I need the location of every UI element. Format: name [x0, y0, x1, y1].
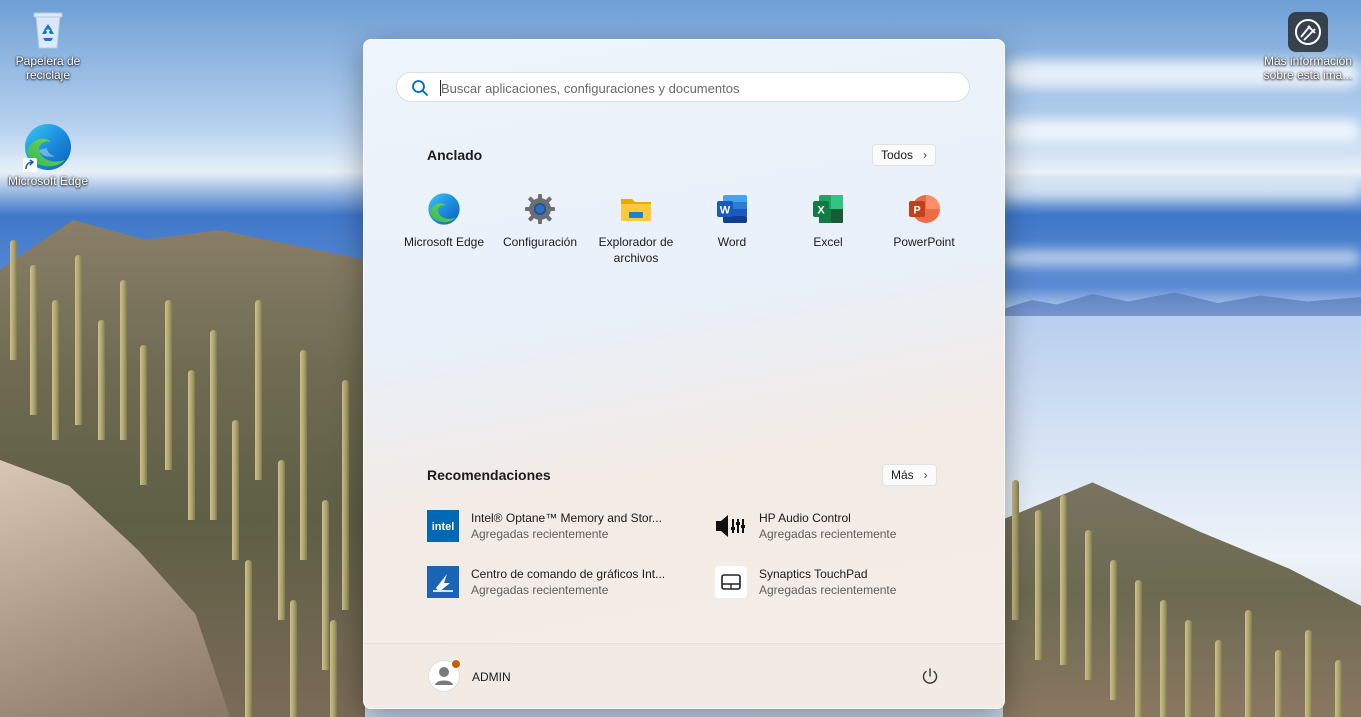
- desktop-icon-label: Papelera de reciclaje: [15, 54, 81, 82]
- desktop-recycle-bin[interactable]: Papelera de reciclaje: [0, 8, 96, 82]
- app-label: PowerPoint: [893, 235, 955, 249]
- svg-text:X: X: [817, 205, 825, 217]
- app-label: Word: [717, 235, 747, 249]
- recommendation-synaptics-touchpad[interactable]: Synaptics TouchPad Agregadas recientemen…: [715, 562, 995, 606]
- recommendation-subtitle: Agregadas recientemente: [471, 583, 609, 597]
- recommendation-hp-audio[interactable]: HP Audio Control Agregadas recientemente: [715, 506, 995, 550]
- recommendation-subtitle: Agregadas recientemente: [759, 527, 897, 541]
- start-menu: Anclado Todos ›: [363, 39, 1005, 709]
- user-name[interactable]: ADMIN: [472, 670, 511, 684]
- pinned-app-edge[interactable]: Microsoft Edge: [396, 188, 492, 266]
- pinned-app-excel[interactable]: X Excel: [780, 188, 876, 266]
- desktop-icon-label: Microsoft Edge: [7, 174, 89, 188]
- power-icon: [922, 668, 938, 684]
- app-label: Microsoft Edge: [403, 235, 485, 249]
- more-label: Más: [891, 468, 914, 482]
- folder-icon: [619, 192, 653, 226]
- pinned-app-settings[interactable]: Configuración: [492, 188, 588, 266]
- app-label: Explorador de archivos: [598, 235, 674, 265]
- start-footer: ADMIN: [364, 643, 1004, 708]
- powerpoint-icon: P: [907, 192, 941, 226]
- svg-text:P: P: [913, 205, 920, 217]
- recommendation-intel-graphics[interactable]: Centro de comando de gráficos Int... Agr…: [427, 562, 707, 606]
- chevron-right-icon: ›: [923, 468, 928, 482]
- svg-text:intel: intel: [432, 521, 455, 533]
- all-apps-label: Todos: [881, 148, 914, 162]
- recycle-bin-icon: [26, 8, 70, 52]
- pinned-apps-grid: Microsoft Edge Configuración Explorador …: [396, 188, 972, 266]
- svg-text:W: W: [720, 205, 731, 217]
- excel-icon: X: [811, 192, 845, 226]
- pinned-app-word[interactable]: W Word: [684, 188, 780, 266]
- gear-icon: [523, 192, 557, 226]
- intel-icon: intel: [427, 510, 459, 542]
- pinned-app-file-explorer[interactable]: Explorador de archivos: [588, 188, 684, 266]
- recommendation-subtitle: Agregadas recientemente: [471, 527, 609, 541]
- search-box[interactable]: [396, 72, 970, 102]
- desktop-spotlight-info[interactable]: Más información sobre esta ima...: [1260, 12, 1356, 82]
- audio-control-icon: [715, 510, 747, 542]
- recommendation-name: Intel® Optane™ Memory and Stor...: [471, 511, 662, 525]
- desktop-icon-label: Más información sobre esta ima...: [1263, 54, 1353, 82]
- app-label: Excel: [813, 235, 843, 249]
- graphics-command-icon: [427, 566, 459, 598]
- recommendations-title: Recomendaciones: [427, 467, 551, 483]
- edge-icon: [427, 192, 461, 226]
- pinned-title: Anclado: [427, 147, 483, 163]
- recommendation-name: Synaptics TouchPad: [759, 567, 868, 581]
- text-caret: [440, 80, 441, 96]
- user-avatar[interactable]: [428, 659, 461, 692]
- touchpad-icon: [715, 566, 747, 598]
- desktop-edge-shortcut[interactable]: Microsoft Edge: [0, 122, 96, 188]
- recommendation-name: HP Audio Control: [759, 511, 851, 525]
- shortcut-arrow-icon: [23, 158, 37, 172]
- power-button[interactable]: [920, 666, 940, 686]
- search-icon: [411, 79, 429, 97]
- search-input[interactable]: [439, 77, 963, 99]
- recommendation-subtitle: Agregadas recientemente: [759, 583, 897, 597]
- chevron-right-icon: ›: [923, 148, 928, 162]
- notification-badge: [451, 659, 461, 669]
- all-apps-button[interactable]: Todos ›: [872, 144, 937, 166]
- word-icon: W: [715, 192, 749, 226]
- recommendation-intel-optane[interactable]: intel Intel® Optane™ Memory and Stor... …: [427, 506, 707, 550]
- app-label: Configuración: [502, 235, 578, 249]
- camera-info-icon: [1288, 12, 1328, 52]
- more-button[interactable]: Más ›: [882, 464, 937, 486]
- edge-icon: [23, 122, 73, 172]
- pinned-app-powerpoint[interactable]: P PowerPoint: [876, 188, 972, 266]
- recommendation-name: Centro de comando de gráficos Int...: [471, 567, 666, 581]
